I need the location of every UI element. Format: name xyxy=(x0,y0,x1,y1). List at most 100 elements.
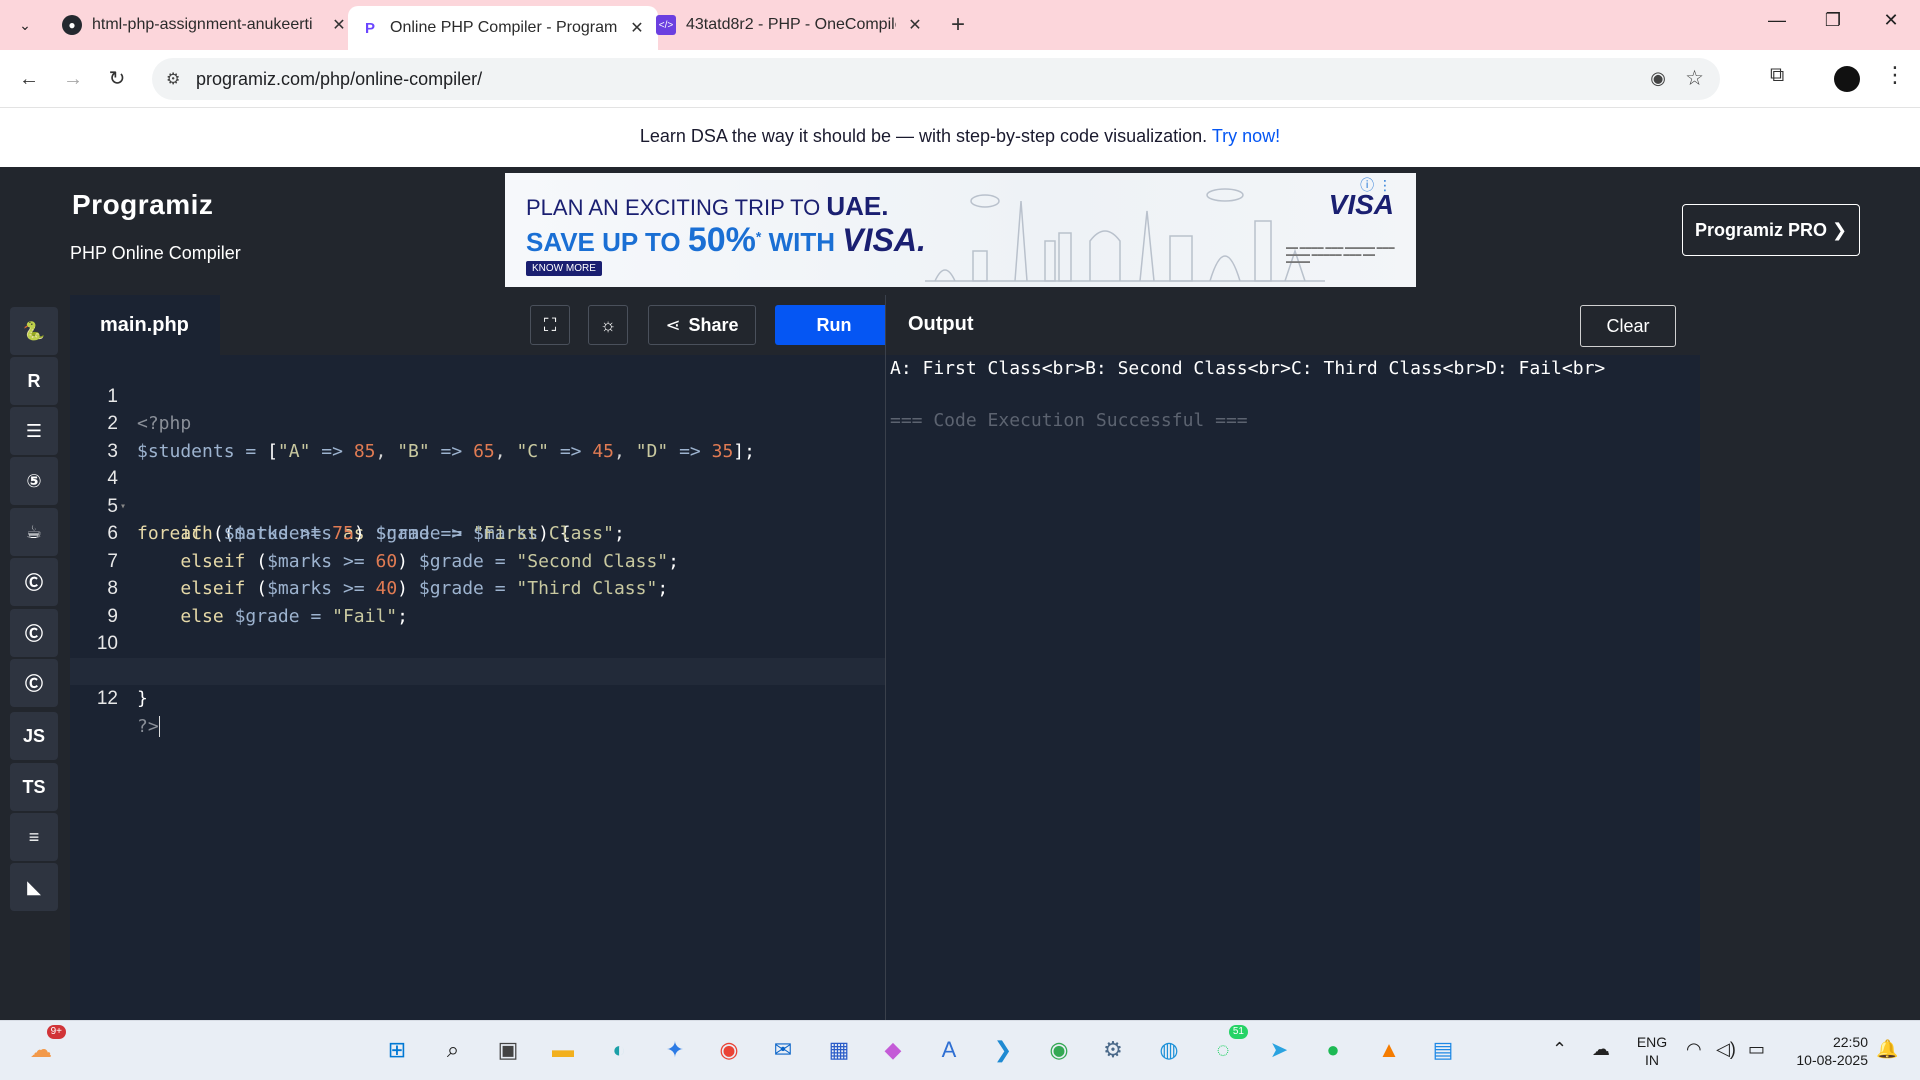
language-sidebar: 🐍 R ☰ ⑤ ☕ Ⓒ Ⓒ Ⓒ JS TS ≡ ◣ xyxy=(0,295,70,1020)
code-line: 11 } xyxy=(98,661,148,710)
close-icon[interactable]: ✕ xyxy=(906,15,924,35)
clear-button[interactable]: Clear xyxy=(1580,305,1676,347)
programiz-icon: P xyxy=(364,19,375,37)
whatsapp-icon[interactable]: ◌ 51 xyxy=(1204,1025,1248,1069)
ad-headline: PLAN AN EXCITING TRIP TO UAE. xyxy=(526,191,889,221)
office-icon[interactable]: ◆ xyxy=(874,1031,912,1069)
sql-icon[interactable]: ☰ xyxy=(10,407,58,455)
bookmark-star-icon[interactable]: ☆ xyxy=(1685,66,1704,91)
code-line: 10 echo "$name: $grade<br>"; xyxy=(96,633,451,682)
fullscreen-icon[interactable]: ⛶ xyxy=(530,305,570,345)
run-button[interactable]: Run xyxy=(775,305,893,345)
windows-start-icon[interactable]: ⊞ xyxy=(378,1031,416,1069)
github-icon: ● xyxy=(62,15,82,35)
forward-button[interactable]: → xyxy=(58,64,88,94)
onecompiler-icon: </> xyxy=(656,15,676,35)
battery-icon[interactable]: ▭ xyxy=(1748,1039,1765,1060)
browser-tab-bar: ⌄ ● html-php-assignment-anukeerti ✕ P On… xyxy=(0,0,1920,50)
code-line: 7 elseif ($marks >= 40) $grade = "Third … xyxy=(107,550,669,600)
tab-search-button[interactable]: ⌄ xyxy=(10,10,40,40)
chrome-profile-icon[interactable]: ◉ xyxy=(1040,1031,1078,1069)
promo-link[interactable]: Try now! xyxy=(1212,126,1280,146)
programiz-pro-button[interactable]: Programiz PRO ❯ xyxy=(1682,204,1860,256)
settings-icon[interactable]: ⚙ xyxy=(1094,1031,1132,1069)
cpp-icon[interactable]: Ⓒ xyxy=(10,609,58,657)
onedrive-icon[interactable]: ☁ xyxy=(1592,1039,1610,1060)
code-line: 8 else $grade = "Fail"; xyxy=(107,578,408,627)
go-icon[interactable]: ≡ xyxy=(10,813,58,861)
language-indicator[interactable]: ENG IN xyxy=(1634,1033,1670,1069)
js-icon[interactable]: JS xyxy=(10,712,58,760)
python-icon[interactable]: 🐍 xyxy=(10,307,58,355)
outlook-icon[interactable]: ✉ xyxy=(764,1031,802,1069)
url-text[interactable]: programiz.com/php/online-compiler/ xyxy=(196,69,482,90)
visa-logo: VISA xyxy=(1328,189,1394,220)
search-icon[interactable]: ⌕ xyxy=(434,1031,472,1069)
html-icon[interactable]: ⑤ xyxy=(10,457,58,505)
code-line: 4 ▾ foreach ($students as $name => $mark… xyxy=(107,468,571,544)
output-header: Output Clear xyxy=(885,295,1700,355)
restore-button[interactable]: ❐ xyxy=(1818,10,1848,31)
tab-programiz[interactable]: P Online PHP Compiler - Programiz ✕ xyxy=(348,6,658,50)
copilot-icon[interactable]: ✦ xyxy=(656,1031,694,1069)
file-explorer-icon[interactable]: ▬ xyxy=(544,1031,582,1069)
clock[interactable]: 22:50 10-08-2025 xyxy=(1782,1033,1868,1069)
docker-icon[interactable]: ◍ xyxy=(1150,1031,1188,1069)
task-view-icon[interactable]: ▣ xyxy=(489,1031,527,1069)
code-line: 2 $students = ["A" => 85, "B" => 65, "C"… xyxy=(107,413,755,462)
spotify-icon[interactable]: ● xyxy=(1314,1031,1352,1069)
r-icon[interactable]: R xyxy=(10,357,58,405)
swift-icon[interactable]: ◣ xyxy=(10,863,58,911)
profile-avatar[interactable] xyxy=(1834,66,1860,92)
code-editor[interactable]: 1 <?php 2 $students = ["A" => 85, "B" =>… xyxy=(70,355,885,1020)
file-tab[interactable]: main.php xyxy=(70,295,220,355)
weather-widget-icon[interactable]: ☁ 9+ xyxy=(22,1025,66,1069)
tab-github[interactable]: ● html-php-assignment-anukeerti ✕ xyxy=(50,6,360,44)
translate-icon[interactable]: A xyxy=(930,1031,968,1069)
site-info-icon[interactable]: ⚙ xyxy=(166,69,180,89)
java-icon[interactable]: ☕ xyxy=(10,508,58,556)
ts-icon[interactable]: TS xyxy=(10,763,58,811)
tab-title: 43tatd8r2 - PHP - OneCompiler xyxy=(686,16,896,33)
csharp-icon[interactable]: Ⓒ xyxy=(10,659,58,707)
output-panel: A: First Class<br>B: Second Class<br>C: … xyxy=(885,355,1700,1020)
ad-know-more-button[interactable]: KNOW MORE xyxy=(526,261,602,276)
chrome-icon[interactable]: ◉ xyxy=(710,1031,748,1069)
output-title: Output xyxy=(908,313,974,335)
ad-offer: SAVE UP TO 50%* WITH VISA. xyxy=(526,221,926,259)
new-tab-button[interactable]: + xyxy=(944,12,972,38)
page-subtitle: PHP Online Compiler xyxy=(70,243,241,263)
output-text: A: First Class<br>B: Second Class<br>C: … xyxy=(890,358,1606,379)
reload-button[interactable]: ↻ xyxy=(102,64,132,94)
share-icon: ⋖ xyxy=(665,314,681,335)
code-line: 6 elseif ($marks >= 60) $grade = "Second… xyxy=(107,523,679,572)
edge-icon[interactable]: ◐ xyxy=(600,1031,638,1069)
telegram-icon[interactable]: ➤ xyxy=(1260,1031,1298,1069)
share-button[interactable]: ⋖ Share xyxy=(648,305,756,345)
ad-fine-print: ▬▬ ▬▬▬▬ ▬▬▬ ▬▬▬▬▬ ▬▬▬ ▬▬▬▬ ▬▬▬▬▬ ▬▬▬ ▬▬ … xyxy=(1286,245,1395,265)
advertisement-banner[interactable]: PLAN AN EXCITING TRIP TO UAE. SAVE UP TO… xyxy=(505,173,1416,287)
programiz-logo[interactable]: Programiz xyxy=(72,189,213,221)
vlc-icon[interactable]: ▲ xyxy=(1370,1031,1408,1069)
store-icon[interactable]: ▦ xyxy=(820,1031,858,1069)
minimize-button[interactable]: — xyxy=(1762,10,1792,31)
share-label: Share xyxy=(688,314,739,335)
whatsapp-badge: 51 xyxy=(1228,1025,1248,1039)
address-bar[interactable]: ⚙ programiz.com/php/online-compiler/ ◉ ☆ xyxy=(152,58,1720,100)
theme-toggle-icon[interactable]: ☼ xyxy=(588,305,628,345)
close-icon[interactable]: ✕ xyxy=(330,15,348,35)
eye-off-icon[interactable]: ◉ xyxy=(1650,68,1666,89)
site-header: Programiz PHP Online Compiler PLAN AN EX… xyxy=(0,167,1920,295)
back-button[interactable]: ← xyxy=(14,64,44,94)
c-icon[interactable]: Ⓒ xyxy=(10,558,58,606)
wifi-icon[interactable]: ◠ xyxy=(1686,1039,1702,1060)
notification-bell-icon[interactable]: 🔔 xyxy=(1876,1039,1898,1060)
close-window-button[interactable]: ✕ xyxy=(1876,10,1906,31)
extensions-icon[interactable]: ⧉ xyxy=(1770,64,1784,87)
notepad-icon[interactable]: ▤ xyxy=(1424,1031,1462,1069)
browser-menu-icon[interactable]: ⋮ xyxy=(1884,62,1906,88)
chevron-up-icon[interactable]: ⌃ xyxy=(1552,1039,1567,1060)
vscode-icon[interactable]: ❯ xyxy=(984,1031,1022,1069)
tab-onecompiler[interactable]: </> 43tatd8r2 - PHP - OneCompiler ✕ xyxy=(644,6,936,44)
volume-icon[interactable]: ◁) xyxy=(1716,1039,1736,1060)
